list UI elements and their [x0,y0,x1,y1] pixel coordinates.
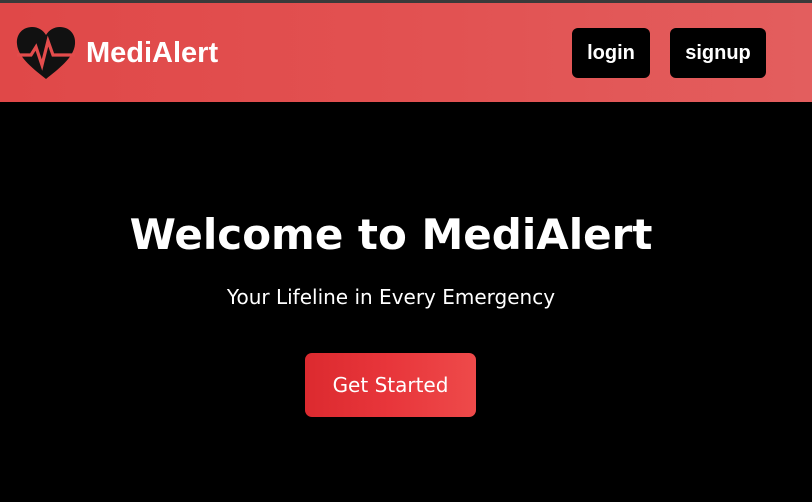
heart-pulse-icon [16,27,76,79]
signup-button[interactable]: signup [670,28,766,78]
hero-subtitle: Your Lifeline in Every Emergency [226,285,556,309]
site-header: MediAlert login signup [0,3,812,102]
brand-name: MediAlert [86,36,219,69]
get-started-button[interactable]: Get Started [305,353,476,417]
brand[interactable]: MediAlert [15,25,218,81]
hero-title: Welcome to MediAlert [129,210,653,259]
login-button[interactable]: login [572,28,650,78]
